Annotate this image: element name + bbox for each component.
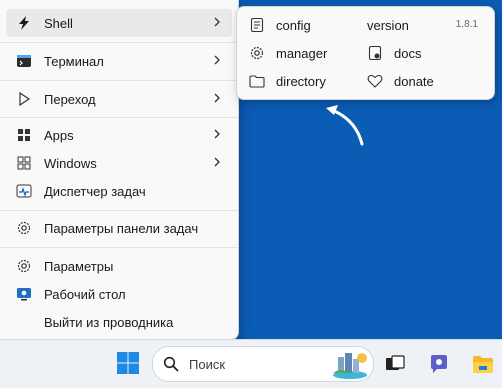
submenu-item-label: docs xyxy=(394,46,422,61)
gear-icon xyxy=(249,45,265,61)
submenu-item-label: directory xyxy=(276,74,326,89)
windows-start-icon[interactable] xyxy=(116,351,140,375)
submenu-item-label: manager xyxy=(276,46,328,61)
chevron-right-icon xyxy=(214,55,220,65)
menu-item-label: Переход xyxy=(44,92,96,107)
pointer-arrow-icon xyxy=(326,105,364,146)
menu-divider xyxy=(0,247,238,248)
chat-icon[interactable] xyxy=(428,353,450,375)
chevron-right-icon xyxy=(214,129,220,139)
apps-icon xyxy=(16,127,32,143)
windows-icon xyxy=(16,155,32,171)
heart-icon xyxy=(367,73,383,89)
taskbar-search-box[interactable]: Поиск xyxy=(152,346,374,382)
task-view-icon[interactable] xyxy=(384,353,406,375)
menu-item-label: Windows xyxy=(44,156,97,171)
shell-icon xyxy=(16,15,32,31)
menu-divider xyxy=(0,80,238,81)
menu-item-terminal[interactable]: Терминал xyxy=(6,47,232,75)
menu-item-taskbar-settings[interactable]: Параметры панели задач xyxy=(6,214,232,242)
menu-divider xyxy=(0,42,238,43)
menu-item-settings[interactable]: Параметры xyxy=(6,252,232,280)
search-label: Поиск xyxy=(189,357,226,372)
desktop-icon xyxy=(16,286,32,302)
menu-item-apps[interactable]: Apps xyxy=(6,121,232,149)
context-menu: Shell Терминал Переход Apps Windows Дисп… xyxy=(0,0,239,340)
menu-item-label: Диспетчер задач xyxy=(44,184,146,199)
gear-icon xyxy=(16,258,32,274)
menu-item-label: Shell xyxy=(44,16,73,31)
shell-submenu: config version 1.8.1 manager docs direct… xyxy=(236,6,495,100)
folder-icon xyxy=(249,73,265,89)
menu-item-label: Параметры xyxy=(44,259,114,274)
menu-item-label: Apps xyxy=(44,128,74,143)
menu-item-exit-explorer[interactable]: Выйти из проводника xyxy=(6,308,232,336)
chevron-right-icon xyxy=(214,157,220,167)
chevron-right-icon xyxy=(214,17,220,27)
file-explorer-icon[interactable] xyxy=(472,353,494,375)
search-highlight-icon xyxy=(333,353,367,379)
menu-item-goto[interactable]: Переход xyxy=(6,85,232,113)
gear-icon xyxy=(16,220,32,236)
terminal-icon xyxy=(16,53,32,69)
menu-item-label: Рабочий стол xyxy=(44,287,126,302)
submenu-item-label: donate xyxy=(394,74,434,89)
docs-icon xyxy=(367,45,383,61)
menu-divider xyxy=(0,117,238,118)
search-icon xyxy=(163,356,179,372)
task-manager-icon xyxy=(16,183,32,199)
menu-item-windows[interactable]: Windows xyxy=(6,149,232,177)
chevron-right-icon xyxy=(214,93,220,103)
version-value: 1.8.1 xyxy=(455,19,478,30)
menu-item-task-manager[interactable]: Диспетчер задач xyxy=(6,177,232,205)
submenu-item-label: version xyxy=(367,18,409,33)
menu-divider xyxy=(0,210,238,211)
menu-item-label: Терминал xyxy=(44,54,104,69)
menu-item-label: Выйти из проводника xyxy=(44,315,174,330)
goto-icon xyxy=(16,91,32,107)
menu-item-shell[interactable]: Shell xyxy=(6,9,232,37)
config-icon xyxy=(249,17,265,33)
submenu-item-label: config xyxy=(276,18,311,33)
menu-item-desktop[interactable]: Рабочий стол xyxy=(6,280,232,308)
menu-item-label: Параметры панели задач xyxy=(44,221,199,236)
